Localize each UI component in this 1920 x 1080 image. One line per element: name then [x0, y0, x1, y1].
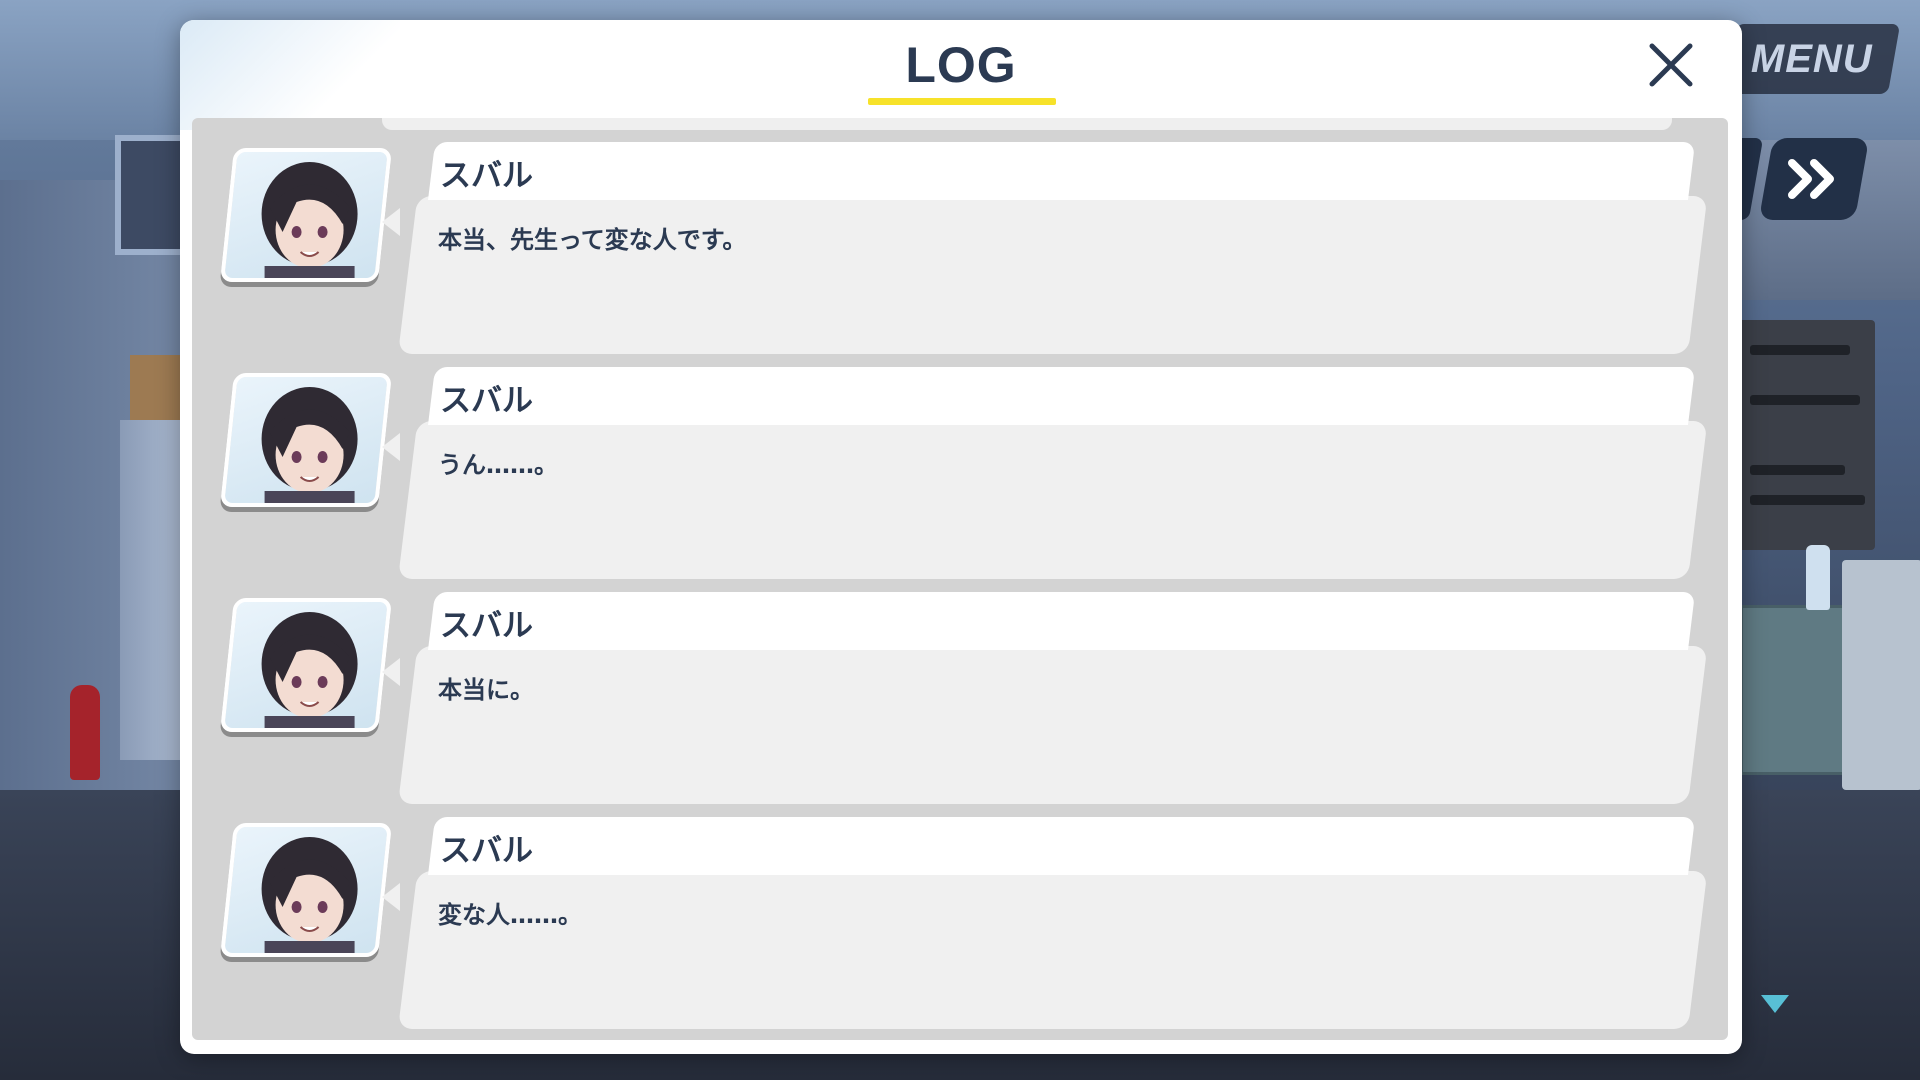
speaker-name: スバル — [440, 833, 533, 869]
menu-button[interactable]: MENU — [1723, 24, 1901, 94]
bg-fridge — [1842, 560, 1920, 790]
character-portrait-icon — [261, 837, 358, 957]
bubble-body — [398, 871, 1708, 1029]
dialogue-text: 変な人……。 — [438, 901, 582, 929]
menu-button-label: MENU — [1751, 36, 1873, 81]
avatar[interactable] — [219, 148, 393, 282]
name-bar — [428, 142, 1696, 200]
previous-entry-edge — [382, 118, 1672, 130]
bg-bottle — [1806, 545, 1830, 610]
character-portrait-icon — [261, 162, 358, 282]
bubble-body — [398, 421, 1708, 579]
avatar[interactable] — [219, 598, 393, 732]
title-underline — [868, 98, 1056, 105]
log-list[interactable]: スバル 本当、先生って変な人です。 スバル うん……。 スバル 本当に。 スバル… — [192, 118, 1728, 1040]
close-icon — [1649, 43, 1693, 87]
bg-weapon — [1750, 465, 1845, 475]
log-window: LOG スバル 本当、先生って変な人です。 スバル うん……。 スバル 本当に。… — [180, 20, 1742, 1054]
bg-locker — [1740, 605, 1850, 775]
log-header: LOG — [180, 20, 1742, 110]
log-entry: スバル うん……。 — [192, 367, 1728, 579]
dialogue-text: 本当に。 — [438, 676, 534, 704]
name-bar — [428, 367, 1696, 425]
avatar[interactable] — [219, 373, 393, 507]
fast-forward-icon — [1788, 159, 1834, 199]
character-portrait-icon — [261, 612, 358, 732]
bg-weapon — [1750, 345, 1850, 355]
avatar[interactable] — [219, 823, 393, 957]
log-entry: スバル 本当に。 — [192, 592, 1728, 804]
triangle-down-icon[interactable] — [1761, 995, 1789, 1013]
bg-fire-extinguisher — [70, 685, 100, 780]
bg-cardboard-box — [130, 355, 180, 420]
bg-weapon — [1750, 395, 1860, 405]
character-portrait-icon — [261, 387, 358, 507]
skip-button[interactable] — [1758, 138, 1870, 220]
name-bar — [428, 817, 1696, 875]
speaker-name: スバル — [440, 383, 533, 419]
name-bar — [428, 592, 1696, 650]
log-entry: スバル 本当、先生って変な人です。 — [192, 142, 1728, 354]
close-button[interactable] — [1642, 36, 1700, 94]
log-entry: スバル 変な人……。 — [192, 817, 1728, 1029]
bg-weapon — [1750, 495, 1865, 505]
speaker-name: スバル — [440, 158, 533, 194]
dialogue-bubble: スバル 本当、先生って変な人です。 — [398, 142, 1708, 354]
dialogue-bubble: スバル 本当に。 — [398, 592, 1708, 804]
dialogue-text: 本当、先生って変な人です。 — [438, 226, 747, 254]
speaker-name: スバル — [440, 608, 533, 644]
bubble-body — [398, 646, 1708, 804]
log-title: LOG — [905, 37, 1017, 93]
dialogue-text: うん……。 — [438, 451, 558, 479]
bg-cabinet — [120, 420, 180, 760]
dialogue-bubble: スバル 変な人……。 — [398, 817, 1708, 1029]
dialogue-bubble: スバル うん……。 — [398, 367, 1708, 579]
